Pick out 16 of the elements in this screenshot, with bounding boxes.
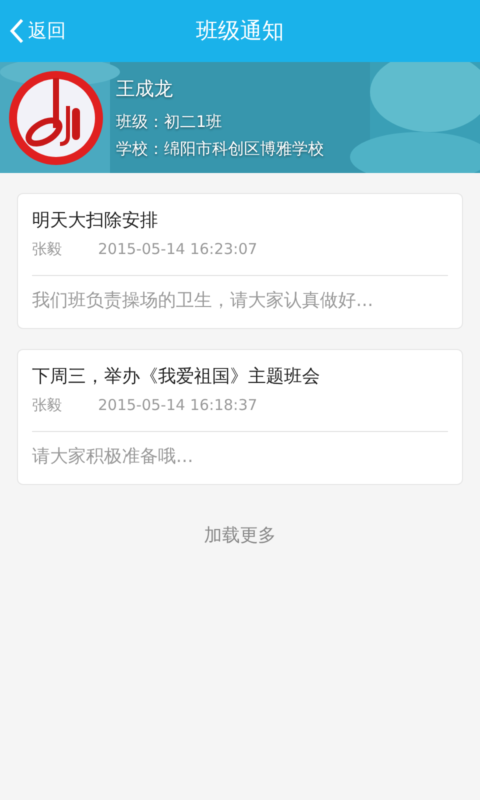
notice-preview: 请大家积极准备哦... [32,445,194,468]
page-title: 班级通知 [196,18,284,46]
notice-author: 张毅 [32,396,62,415]
notice-time: 2015-05-14 16:23:07 [98,240,258,259]
school-logo-icon [8,70,104,166]
notice-card[interactable]: 下周三，举办《我爱祖国》主题班会 张毅 2015-05-14 16:18:37 请大家积极准备哦... [17,349,463,485]
notice-preview: 我们班负责操场的卫生，请大家认真做好... [32,289,374,312]
notice-title: 明天大扫除安排 [32,209,159,232]
notice-author: 张毅 [32,240,62,259]
user-name: 王成龙 [116,76,174,102]
notice-title: 下周三，举办《我爱祖国》主题班会 [32,365,321,388]
school-info: 学校：绵阳市科创区博雅学校 [116,138,324,160]
class-info: 班级：初二1班 [116,112,224,132]
notice-card[interactable]: 明天大扫除安排 张毅 2015-05-14 16:23:07 我们班负责操场的卫生，请大家认真做好... [17,193,463,329]
notice-time: 2015-05-14 16:18:37 [98,396,258,415]
back-icon [10,18,24,44]
